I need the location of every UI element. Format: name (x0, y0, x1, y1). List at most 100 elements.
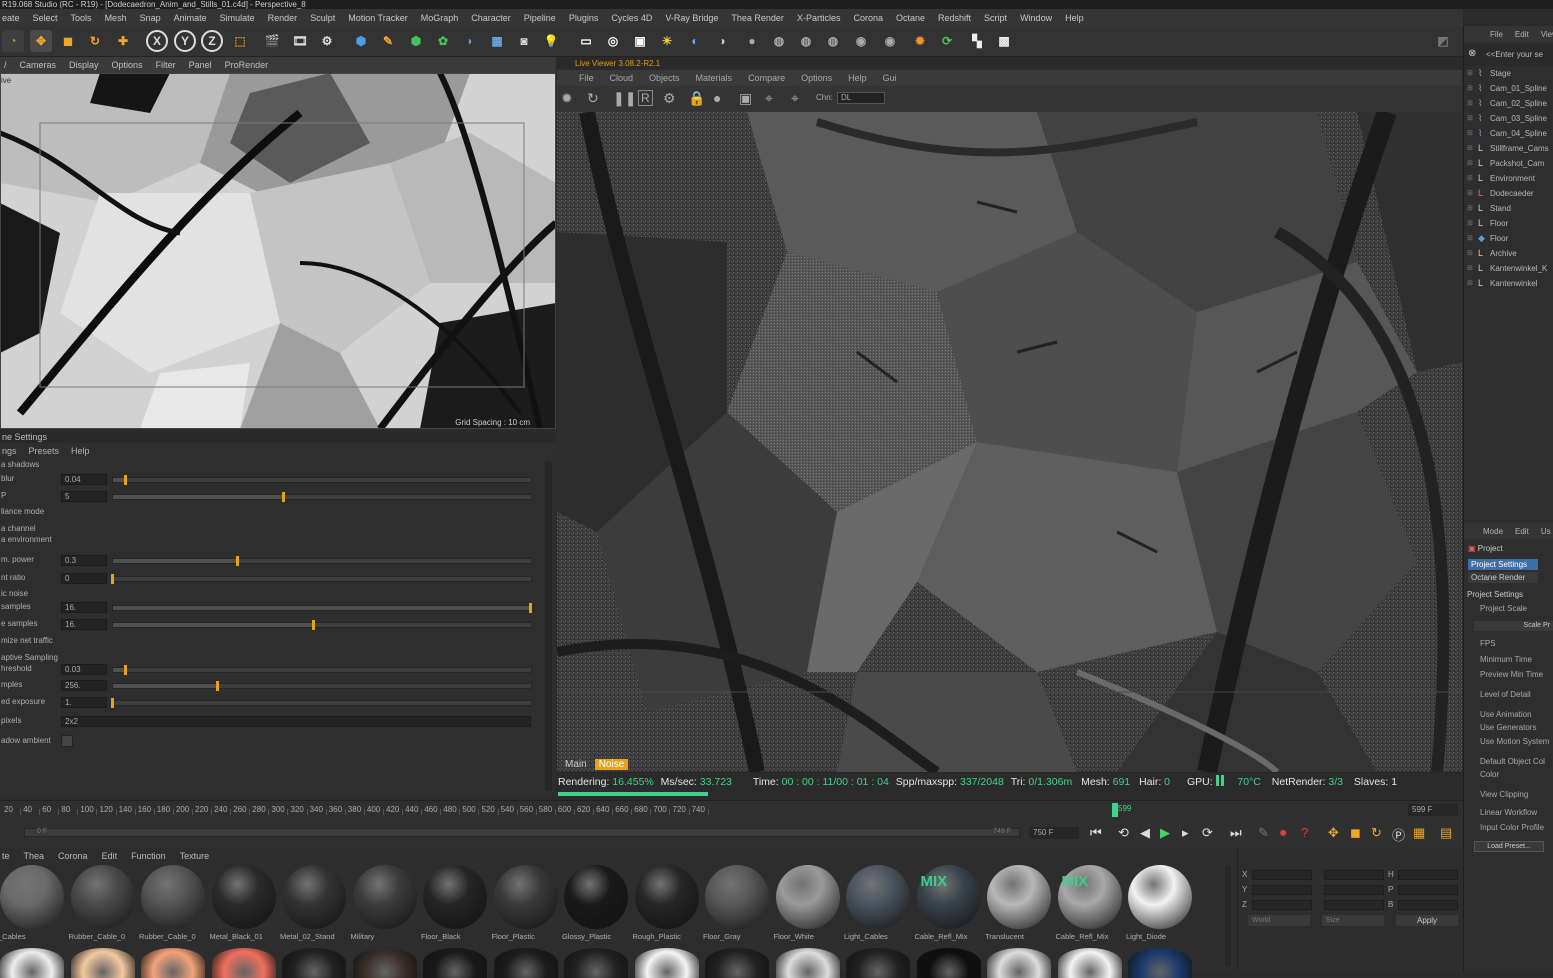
menu-select[interactable]: Select (33, 13, 58, 23)
menu-window[interactable]: Window (1020, 13, 1052, 23)
expand-icon[interactable]: ⊞ (1467, 144, 1473, 152)
object-item[interactable]: ⊞ L Stand (1464, 202, 1553, 217)
frame-icon[interactable]: ▣ (739, 90, 752, 107)
options-gear-icon[interactable]: ⚙ (663, 90, 676, 107)
world-select[interactable]: World (1248, 915, 1310, 926)
viewport-menu-item[interactable]: Cameras (20, 60, 57, 70)
settings-slider[interactable] (112, 681, 532, 691)
settings-value-field[interactable]: 16. (61, 619, 107, 630)
material-thumb[interactable]: Light_Cables (844, 865, 912, 943)
pick-focus-icon[interactable]: ⌖ (765, 90, 773, 107)
material-thumb[interactable]: Light_Diode (1126, 865, 1194, 943)
key-pla-icon[interactable]: ▦ (1413, 825, 1425, 841)
object-item[interactable]: ⊞ ⌇ Cam_02_Spline (1464, 97, 1553, 112)
octane-daylight-icon[interactable]: ☀ (656, 30, 678, 52)
settings-value-field[interactable]: 0 (61, 573, 107, 584)
menu-mograph[interactable]: MoGraph (421, 13, 459, 23)
pos-y-field[interactable] (1252, 885, 1312, 895)
menu-motion-tracker[interactable]: Motion Tracker (348, 13, 408, 23)
settings-slider[interactable] (112, 492, 532, 502)
subdivision-icon[interactable]: ⬢ (405, 30, 427, 52)
tab-octane-render[interactable]: Octane Render (1468, 572, 1538, 583)
floor-icon[interactable]: ▦ (486, 30, 508, 52)
attributes-menu-item[interactable]: Edit (1515, 527, 1529, 536)
material-thumb[interactable]: Floor_Black (421, 865, 489, 943)
settings-slider-knob[interactable] (529, 603, 532, 613)
object-item[interactable]: ⊞ L Archive (1464, 247, 1553, 262)
previous-key-icon[interactable]: ⟲ (1118, 825, 1129, 841)
settings-slider-knob[interactable] (215, 681, 219, 691)
range-slider[interactable]: 0 F 749 F (24, 828, 1020, 837)
settings-slider-knob[interactable] (111, 574, 114, 584)
object-item[interactable]: ⊞ L Stillframe_Cams (1464, 142, 1553, 157)
menu-redshift[interactable]: Redshift (938, 13, 971, 23)
menu-corona[interactable]: Corona (853, 13, 883, 23)
live-viewer-menu-item[interactable]: File (579, 73, 594, 83)
sphere-preview-icon[interactable]: ● (713, 90, 721, 106)
live-viewer-menu-item[interactable]: Gui (883, 73, 897, 83)
menu-octane[interactable]: Octane (896, 13, 925, 23)
menu-eate[interactable]: eate (2, 13, 20, 23)
go-to-end-icon[interactable]: ⏭ (1230, 825, 1242, 841)
material-thumb-row2[interactable] (211, 948, 276, 978)
material-thumb[interactable]: Metal_Black_01 (210, 865, 278, 943)
material-thumb[interactable]: _Cables (0, 865, 66, 943)
material-thumb-row2[interactable] (705, 948, 769, 978)
live-viewer-menu-item[interactable]: Materials (696, 73, 733, 83)
material-thumb-row2[interactable] (70, 948, 135, 978)
pen-icon[interactable]: ✎ (377, 30, 399, 52)
settings-slider[interactable] (112, 665, 532, 675)
menu-tools[interactable]: Tools (71, 13, 92, 23)
octane-camera-icon[interactable]: ▭ (575, 30, 597, 52)
move-tool-icon[interactable]: ✥ (30, 30, 52, 52)
live-viewer-menu-item[interactable]: Compare (748, 73, 785, 83)
timeline-window-icon[interactable]: ▤ (1440, 825, 1452, 841)
rot-h-field[interactable] (1398, 870, 1458, 880)
menu-cycles-4d[interactable]: Cycles 4D (611, 13, 652, 23)
material-thumb-row2[interactable] (846, 948, 910, 978)
settings-value-field[interactable]: 16. (61, 602, 107, 613)
light-icon[interactable]: 💡 (540, 30, 562, 52)
size-y-field[interactable] (1324, 885, 1384, 895)
menu-simulate[interactable]: Simulate (220, 13, 255, 23)
live-viewer-menu-item[interactable]: Options (801, 73, 832, 83)
object-item[interactable]: ⊞ L Packshot_Cam (1464, 157, 1553, 172)
key-scale-icon[interactable]: ◼ (1350, 825, 1361, 841)
settings-slider-knob[interactable] (311, 620, 315, 630)
viewport-menu-item[interactable]: ProRender (225, 60, 269, 70)
octane-mix-icon[interactable]: ◍ (768, 30, 790, 52)
settings-slider-knob[interactable] (123, 665, 127, 675)
material-thumb-row2[interactable] (775, 948, 840, 978)
load-preset-button[interactable]: Load Preset... (1474, 841, 1544, 852)
pause-icon[interactable]: ❚❚ (613, 90, 636, 107)
settings-slider[interactable] (112, 475, 532, 485)
material-thumb[interactable]: Rubber_Cable_0 (69, 865, 137, 943)
key-rotation-icon[interactable]: ↻ (1371, 825, 1382, 841)
material-thumb[interactable]: Glossy_Plastic (562, 865, 630, 943)
menu-help[interactable]: Help (1065, 13, 1084, 23)
attributes-menu-item[interactable]: Us (1541, 527, 1551, 536)
rot-b-field[interactable] (1398, 900, 1458, 910)
settings-slider-knob[interactable] (123, 475, 127, 485)
render-settings-menu-item[interactable]: Presets (29, 446, 60, 456)
z-axis-icon[interactable]: Z (201, 30, 223, 52)
menu-snap[interactable]: Snap (140, 13, 161, 23)
expand-icon[interactable]: ⊞ (1467, 114, 1473, 122)
object-manager-menu-item[interactable]: File (1490, 30, 1503, 39)
octane-material-icon[interactable]: ▣ (629, 30, 651, 52)
layout-switch-icon[interactable]: ◩ (1432, 30, 1454, 52)
material-thumb-row2[interactable] (141, 948, 205, 978)
add-tool-icon[interactable]: ✚ (112, 30, 134, 52)
octane-target-icon[interactable]: ◎ (602, 30, 624, 52)
menu-animate[interactable]: Animate (174, 13, 207, 23)
material-thumb-row2[interactable] (423, 948, 487, 978)
attributes-menu-item[interactable]: Mode (1483, 527, 1503, 536)
expand-icon[interactable]: ⊞ (1467, 234, 1473, 242)
menu-v-ray-bridge[interactable]: V-Ray Bridge (665, 13, 718, 23)
object-item[interactable]: ⊞ L Kantenwinkel (1464, 277, 1553, 292)
object-item[interactable]: ⊞ ⌇ Cam_01_Spline (1464, 82, 1553, 97)
expand-icon[interactable]: ⊞ (1467, 189, 1473, 197)
object-item[interactable]: ⊞ ⌇ Cam_03_Spline (1464, 112, 1553, 127)
expand-icon[interactable]: ⊞ (1467, 219, 1473, 227)
object-item[interactable]: ⊞ ⌇ Cam_04_Spline (1464, 127, 1553, 142)
